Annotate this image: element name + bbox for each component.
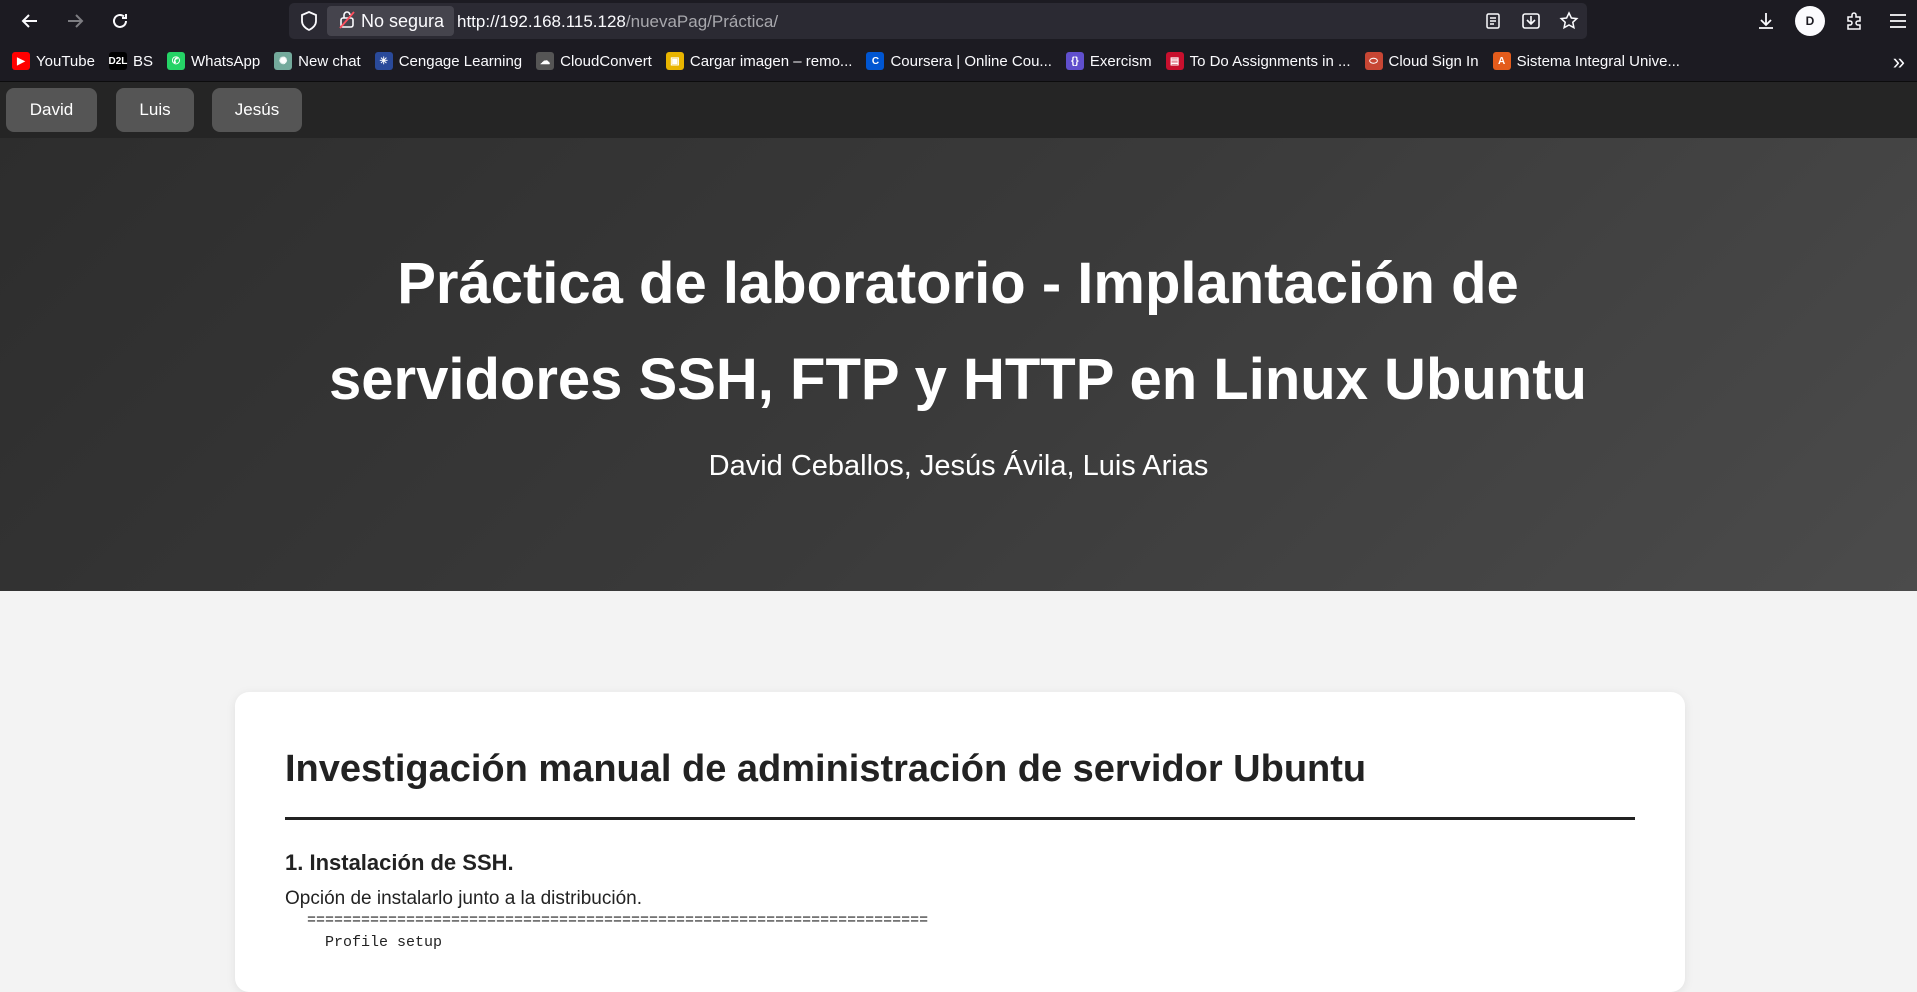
bookmark-label: Cengage Learning (398, 52, 523, 70)
url-text[interactable]: http://192.168.115.128/nuevaPag/Práctica… (457, 12, 778, 32)
bookmark-item[interactable]: ✆ WhatsApp (166, 50, 261, 72)
bookmark-label: WhatsApp (190, 52, 261, 70)
bookmark-label: BS (132, 52, 153, 70)
bookmark-item[interactable]: D2L BS (109, 50, 153, 72)
bookmark-favicon-icon: ✺ (274, 52, 293, 70)
forward-icon[interactable] (60, 6, 90, 36)
bookmark-label: Cloud Sign In (1388, 52, 1479, 70)
nav-button-jesus[interactable]: Jesús (212, 88, 302, 132)
code-block: ========================================… (307, 910, 928, 954)
bookmarks-bar: ▶ YouTube D2L BS ✆ WhatsApp ✺ New chat ✳ Cengage … (0, 41, 1917, 82)
heading-divider (285, 817, 1635, 820)
connection-security-button[interactable]: No segura (327, 6, 455, 36)
section-heading: Investigación manual de administración d… (285, 748, 1367, 790)
bookmark-favicon-icon: A (1492, 52, 1511, 70)
account-avatar-icon[interactable]: D (1795, 6, 1825, 36)
code-line: Profile setup (307, 934, 443, 951)
bookmark-label: Cargar imagen – remo... (689, 52, 853, 70)
nav-button-luis[interactable]: Luis (116, 88, 194, 132)
reader-view-icon[interactable] (1481, 9, 1505, 33)
save-page-icon[interactable] (1519, 9, 1543, 33)
bookmark-label: YouTube (36, 52, 95, 70)
bookmark-favicon-icon: ⬭ (1364, 52, 1383, 70)
star-icon[interactable] (1557, 9, 1581, 33)
authors: David Ceballos, Jesús Ávila, Luis Arias (708, 450, 1209, 482)
url-actions (1481, 9, 1581, 33)
security-label: No segura (361, 10, 445, 31)
bookmark-favicon-icon: ✳ (374, 52, 393, 70)
url-bar[interactable]: No segura http://192.168.115.128/nuevaPa… (289, 3, 1587, 39)
content-card: Investigación manual de administración d… (235, 692, 1685, 992)
bookmark-item[interactable]: ▣ Cargar imagen – remo... (665, 50, 853, 72)
nav-button-david[interactable]: David (6, 88, 97, 132)
bookmark-label: Coursera | Online Cou... (890, 52, 1052, 70)
bookmark-favicon-icon: ▣ (665, 52, 684, 70)
page-title: Práctica de laboratorio - Implantación d… (329, 251, 1587, 412)
bookmark-favicon-icon: ☁ (536, 52, 555, 70)
bookmark-favicon-icon: C (866, 52, 885, 70)
bookmark-item[interactable]: ✳ Cengage Learning (374, 50, 523, 72)
bookmark-favicon-icon: ▤ (1165, 52, 1184, 70)
download-icon[interactable] (1751, 6, 1781, 36)
menu-icon[interactable] (1883, 6, 1913, 36)
site-nav: David Luis Jesús (0, 82, 1917, 224)
extensions-icon[interactable] (1839, 6, 1869, 36)
bookmark-item[interactable]: ▤ To Do Assignments in ... (1165, 50, 1351, 72)
bookmark-item[interactable]: ⬭ Cloud Sign In (1364, 50, 1479, 72)
browser-right-tools: D (1751, 6, 1913, 36)
bookmarks-list: ▶ YouTube D2L BS ✆ WhatsApp ✺ New chat ✳ Cengage … (12, 50, 1680, 72)
code-line: ========================================… (307, 912, 929, 929)
bookmark-label: Exercism (1089, 52, 1152, 70)
browser-toolbar: No segura http://192.168.115.128/nuevaPa… (0, 0, 1917, 41)
hero-banner: Práctica de laboratorio - Implantación d… (0, 138, 1917, 591)
bookmark-item[interactable]: ✺ New chat (274, 50, 361, 72)
bookmarks-overflow-icon[interactable]: » (1893, 49, 1905, 75)
bookmark-favicon-icon: ✆ (166, 52, 185, 70)
reload-icon[interactable] (105, 6, 135, 36)
bookmark-item[interactable]: ▶ YouTube (12, 50, 95, 72)
bookmark-favicon-icon: ▶ (12, 52, 30, 70)
bookmark-favicon-icon: {} (1065, 52, 1084, 70)
back-icon[interactable] (15, 6, 45, 36)
bookmark-label: New chat (298, 52, 361, 70)
bookmark-label: CloudConvert (560, 52, 652, 70)
bookmark-label: Sistema Integral Unive... (1516, 52, 1680, 70)
bookmark-favicon-icon: D2L (109, 52, 127, 70)
paragraph: Opción de instalarlo junto a la distribu… (285, 888, 642, 909)
subsection-title: 1. Instalación de SSH. (285, 850, 514, 875)
shield-icon[interactable] (298, 10, 320, 32)
bookmark-label: To Do Assignments in ... (1189, 52, 1351, 70)
bookmark-item[interactable]: {} Exercism (1065, 50, 1152, 72)
lock-icon (339, 9, 355, 34)
bookmark-item[interactable]: A Sistema Integral Unive... (1492, 50, 1680, 72)
bookmark-item[interactable]: ☁ CloudConvert (536, 50, 652, 72)
bookmark-item[interactable]: C Coursera | Online Cou... (866, 50, 1052, 72)
